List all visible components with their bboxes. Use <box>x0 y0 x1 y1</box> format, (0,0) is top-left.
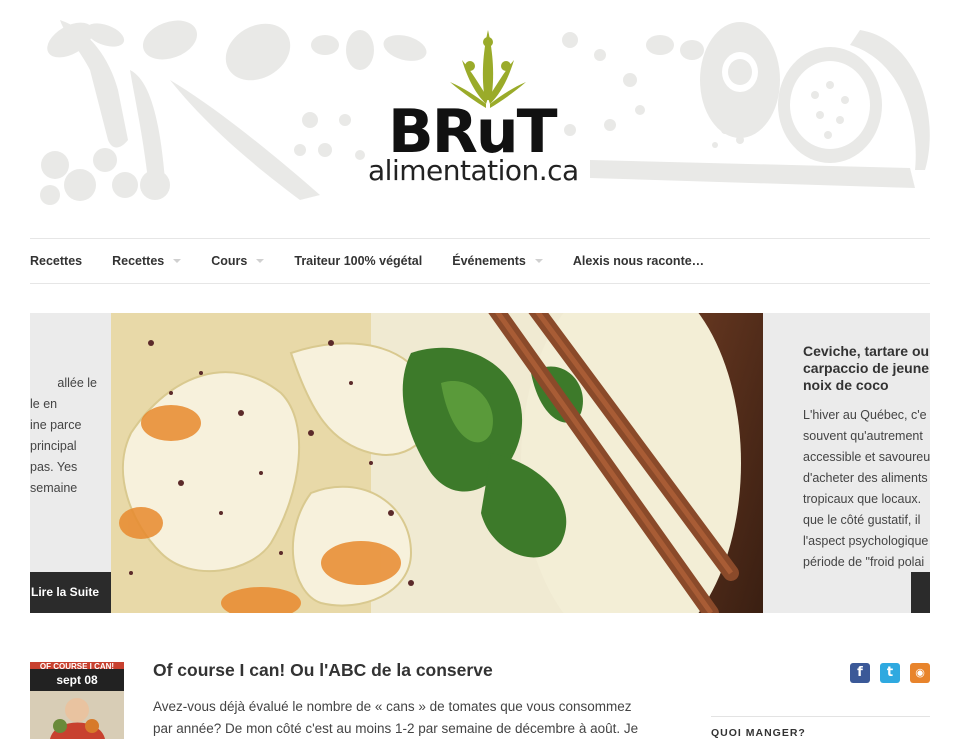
twitter-icon[interactable]: t <box>880 663 900 683</box>
nav-item-evenements[interactable]: Événements <box>452 254 543 268</box>
social-links: f t ◉ <box>850 663 940 683</box>
logo-word: BRuT <box>388 97 558 167</box>
excerpt-line: Avez-vous déjà évalué le nombre de « can… <box>153 699 632 714</box>
excerpt-line: que le côté gustatif, il <box>803 513 921 527</box>
facebook-icon[interactable]: f <box>850 663 870 683</box>
rss-icon[interactable]: ◉ <box>910 663 930 683</box>
excerpt-line: allée le <box>57 376 97 390</box>
post-date: sept 08 <box>30 669 124 691</box>
featured-slider: allée le le en ine parce principal pas. … <box>30 313 930 613</box>
excerpt-line: le en <box>30 397 58 411</box>
sidebar-heading: QUOI MANGER? <box>711 727 806 739</box>
nav-item-alexis[interactable]: Alexis nous raconte… <box>573 254 704 268</box>
slide-next-title[interactable]: Ceviche, tartare ou carpaccio de jeune n… <box>803 343 930 394</box>
main-nav: Recettes Recettes Cours Traiteur 100% vé… <box>30 238 930 284</box>
site-logo[interactable]: BRuT alimentation.ca <box>360 22 579 192</box>
post-excerpt: Avez-vous déjà évalué le nombre de « can… <box>153 696 663 740</box>
excerpt-line: L'hiver au Québec, c'e <box>803 408 927 422</box>
chevron-down-icon <box>256 259 265 263</box>
excerpt-line: semaine <box>30 481 78 495</box>
excerpt-line: d'acheter des aliments <box>803 471 928 485</box>
title-line: carpaccio de jeune <box>803 360 930 376</box>
excerpt-line: principal <box>30 439 77 453</box>
title-line: Ceviche, tartare ou <box>803 343 930 359</box>
site-header: BRuT alimentation.ca <box>0 0 960 232</box>
slide-prev-panel[interactable]: allée le le en ine parce principal pas. … <box>30 313 111 613</box>
excerpt-line: pas. Yes <box>30 460 78 474</box>
featured-food-image[interactable] <box>111 313 763 613</box>
post-thumbnail[interactable]: OF COURSE I CAN! sept 08 <box>30 662 124 739</box>
chevron-down-icon <box>173 259 182 263</box>
excerpt-line: accessible et savoureu <box>803 450 930 464</box>
slide-next-excerpt: L'hiver au Québec, c'e souvent qu'autrem… <box>803 405 930 573</box>
excerpt-line: souvent qu'autrement <box>803 429 923 443</box>
nav-item-traiteur[interactable]: Traiteur 100% végétal <box>294 254 422 268</box>
logo-subtitle: alimentation.ca <box>368 154 579 187</box>
read-more-button[interactable]: Lire la Suite <box>30 572 111 613</box>
post-title[interactable]: Of course I can! Ou l'ABC de la conserve <box>153 660 493 681</box>
read-more-button[interactable] <box>911 572 930 613</box>
slide-next-panel[interactable]: Ceviche, tartare ou carpaccio de jeune n… <box>763 313 930 613</box>
excerpt-line: période de "froid polai <box>803 555 925 569</box>
nav-item-recettes-dropdown[interactable]: Recettes <box>112 254 182 268</box>
sidebar-divider <box>711 716 930 717</box>
excerpt-line: tropicaux que locaux. <box>803 492 922 506</box>
nav-item-cours[interactable]: Cours <box>211 254 265 268</box>
slide-prev-excerpt: allée le le en ine parce principal pas. … <box>30 373 111 499</box>
title-line: noix de coco <box>803 377 889 393</box>
excerpt-line: l'aspect psychologique <box>803 534 929 548</box>
excerpt-line: par année? De mon côté c'est au moins 1-… <box>153 721 639 736</box>
chevron-down-icon <box>534 259 543 263</box>
nav-item-recettes[interactable]: Recettes <box>30 254 82 268</box>
excerpt-line: ine parce <box>30 418 82 432</box>
